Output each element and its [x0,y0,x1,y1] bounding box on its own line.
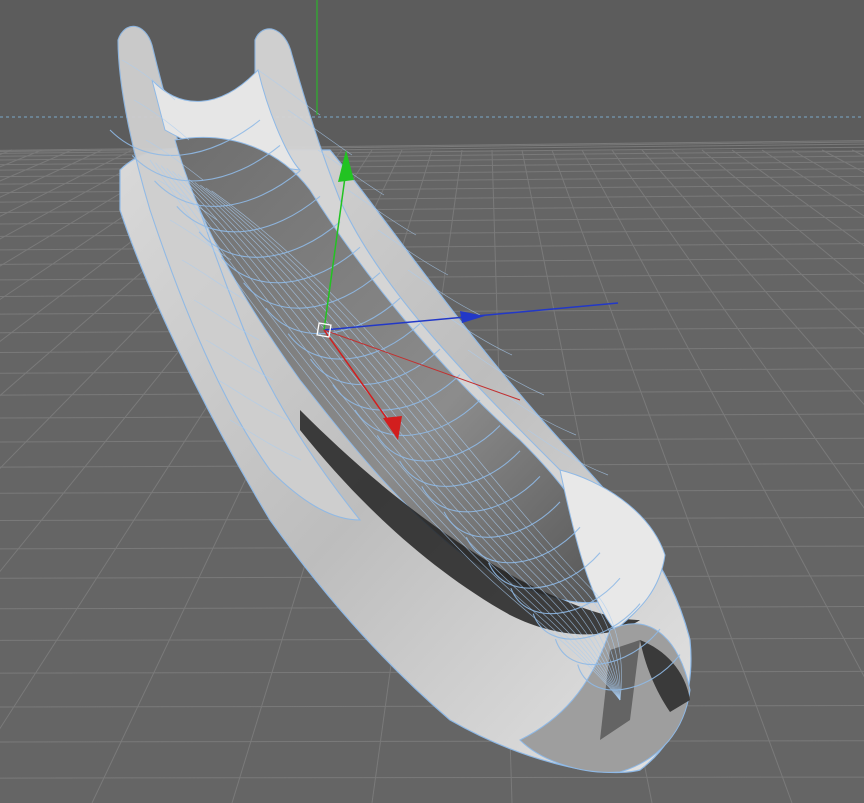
viewport-canvas[interactable] [0,0,864,803]
3d-viewport[interactable] [0,0,864,803]
